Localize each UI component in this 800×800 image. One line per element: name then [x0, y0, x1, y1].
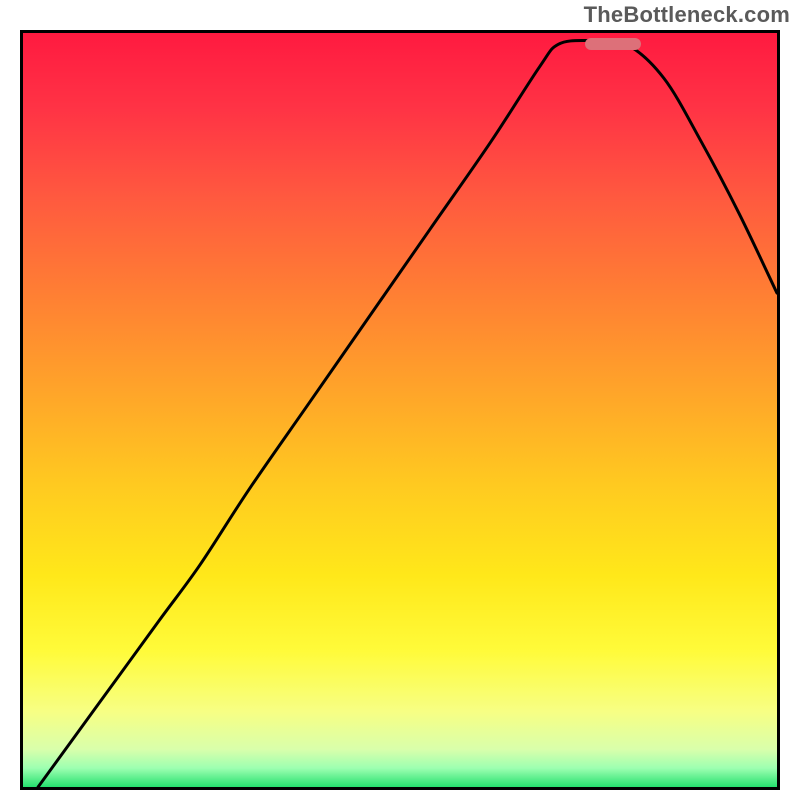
watermark-text: TheBottleneck.com: [584, 2, 790, 28]
optimal-zone-marker: [585, 38, 642, 50]
gradient-background: [23, 33, 777, 787]
bottleneck-chart: [20, 30, 780, 790]
